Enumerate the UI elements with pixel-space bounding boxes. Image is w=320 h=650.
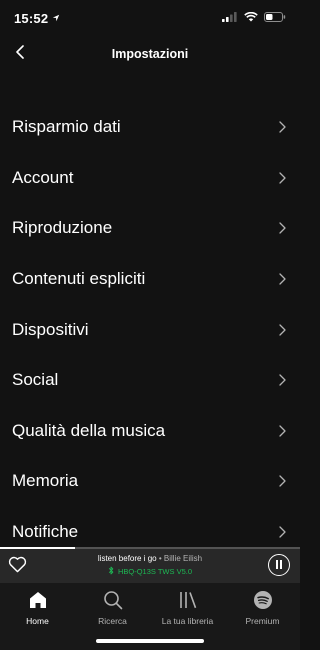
settings-item-label: Qualità della musica [12, 420, 166, 440]
tab-label: Ricerca [98, 616, 127, 626]
status-left: 15:52 [14, 9, 60, 27]
device-name: HBQ-Q13S TWS V5.0 [117, 567, 193, 576]
track-title: listen before i go [97, 554, 157, 563]
chevron-right-icon [276, 171, 288, 185]
track-info[interactable]: listen before i go • Billie Eilish HBQ-Q… [40, 554, 260, 577]
tab-label: Premium [245, 616, 280, 626]
playback-progress-track [0, 547, 300, 549]
settings-item-risparmio-dati[interactable]: Risparmio dati [0, 102, 300, 153]
wifi-icon [244, 9, 258, 27]
chevron-right-icon [276, 373, 288, 387]
settings-item-contenuti-espliciti[interactable]: Contenuti espliciti [0, 254, 300, 305]
settings-item-account[interactable]: Account [0, 153, 300, 204]
bluetooth-icon [108, 566, 114, 577]
settings-item-label: Notifiche [12, 522, 79, 542]
settings-item-social[interactable]: Social [0, 355, 300, 406]
chevron-left-icon [15, 44, 25, 64]
tab-bar: Home Ricerca La tua libreria Premium [0, 583, 300, 650]
track-artist: Billie Eilish [163, 554, 203, 563]
settings-list: Risparmio dati Account Riproduzione Cont… [0, 102, 300, 557]
page-title: Impostazioni [111, 47, 189, 61]
header: Impostazioni [0, 36, 300, 72]
search-icon [102, 589, 124, 611]
tab-label: Home [26, 616, 49, 626]
status-time: 15:52 [14, 10, 49, 26]
settings-item-riproduzione[interactable]: Riproduzione [0, 203, 300, 254]
track-separator: • [158, 554, 162, 563]
chevron-right-icon [276, 525, 288, 539]
tab-home[interactable]: Home [0, 589, 75, 650]
chevron-right-icon [276, 323, 288, 337]
settings-item-label: Memoria [12, 471, 79, 491]
home-indicator [96, 639, 204, 643]
spotify-logo-icon [252, 589, 274, 611]
tab-premium[interactable]: Premium [225, 589, 300, 650]
settings-item-label: Social [12, 370, 59, 390]
back-button[interactable] [8, 42, 32, 66]
chevron-right-icon [276, 120, 288, 134]
chevron-right-icon [276, 221, 288, 235]
location-arrow-icon [52, 9, 60, 27]
settings-item-label: Riproduzione [12, 218, 113, 238]
cellular-signal-icon [222, 9, 238, 27]
battery-icon [264, 9, 286, 27]
status-right [222, 9, 286, 27]
settings-item-label: Account [12, 167, 74, 187]
settings-item-label: Risparmio dati [12, 117, 121, 137]
home-icon [27, 589, 49, 611]
pause-icon [275, 556, 283, 574]
library-icon [177, 589, 199, 611]
heart-outline-icon[interactable] [8, 556, 28, 574]
track-line: listen before i go • Billie Eilish [98, 554, 202, 563]
pause-button[interactable] [268, 554, 290, 576]
status-bar: 15:52 [0, 0, 300, 36]
playback-progress-fill [0, 547, 75, 549]
mini-player[interactable]: listen before i go • Billie Eilish HBQ-Q… [0, 547, 300, 583]
tab-label: La tua libreria [161, 616, 214, 626]
settings-item-label: Dispositivi [12, 319, 89, 339]
settings-screen: 15:52 Impostazioni Risparmio dati Accoun… [0, 0, 300, 650]
settings-item-memoria[interactable]: Memoria [0, 456, 300, 507]
chevron-right-icon [276, 272, 288, 286]
settings-item-label: Contenuti espliciti [12, 269, 146, 289]
chevron-right-icon [276, 424, 288, 438]
settings-item-dispositivi[interactable]: Dispositivi [0, 304, 300, 355]
settings-item-qualita-della-musica[interactable]: Qualità della musica [0, 406, 300, 457]
chevron-right-icon [276, 474, 288, 488]
connected-device: HBQ-Q13S TWS V5.0 [108, 566, 192, 577]
